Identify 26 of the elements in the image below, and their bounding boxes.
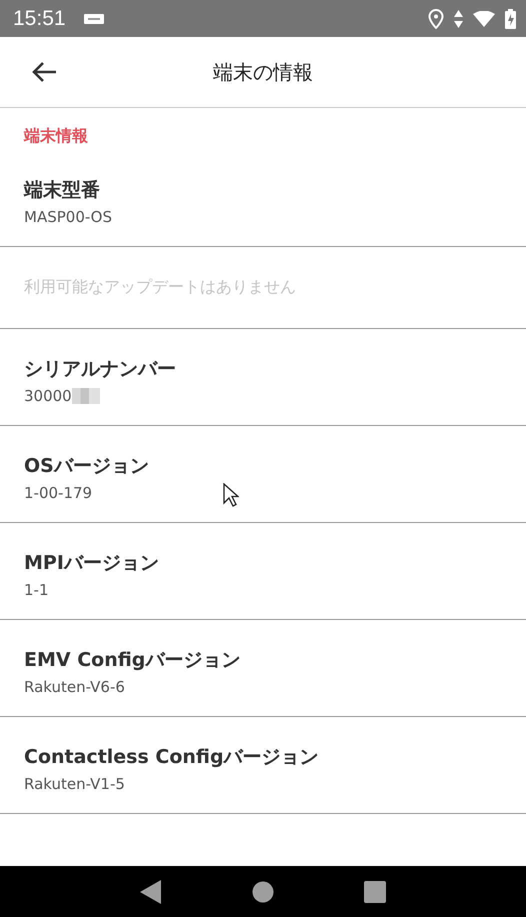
back-nav-button[interactable] <box>140 880 162 904</box>
status-time: 15:51 <box>13 6 66 30</box>
data-arrows-icon <box>454 10 463 28</box>
home-nav-button[interactable] <box>252 880 274 902</box>
info-value: Rakuten-V1-5 <box>24 775 125 793</box>
recents-nav-button[interactable] <box>364 880 386 902</box>
info-value: 1-1 <box>24 581 48 599</box>
info-value: MASP00-OS <box>24 208 112 226</box>
info-label: 端末型番 <box>24 178 100 203</box>
info-label: OSバージョン <box>24 454 149 479</box>
info-label: MPIバージョン <box>24 551 159 576</box>
info-label: Contactless Configバージョン <box>24 745 319 770</box>
notification-icon <box>84 14 104 24</box>
info-label: EMV Configバージョン <box>24 648 240 673</box>
info-label: シリアルナンバー <box>24 357 176 382</box>
info-value: Rakuten-V6-6 <box>24 678 125 696</box>
battery-icon <box>505 8 516 28</box>
info-value: 1-00-179 <box>24 484 92 502</box>
update-status: 利用可能なアップデートはありません <box>24 277 296 296</box>
mouse-cursor-icon <box>223 483 239 507</box>
back-arrow-icon <box>31 61 57 83</box>
screen-title: 端末の情報 <box>213 58 313 86</box>
location-icon <box>428 8 444 28</box>
wifi-icon <box>473 10 495 26</box>
info-value: 30000 <box>24 387 72 405</box>
section-header: 端末情報 <box>24 126 88 145</box>
